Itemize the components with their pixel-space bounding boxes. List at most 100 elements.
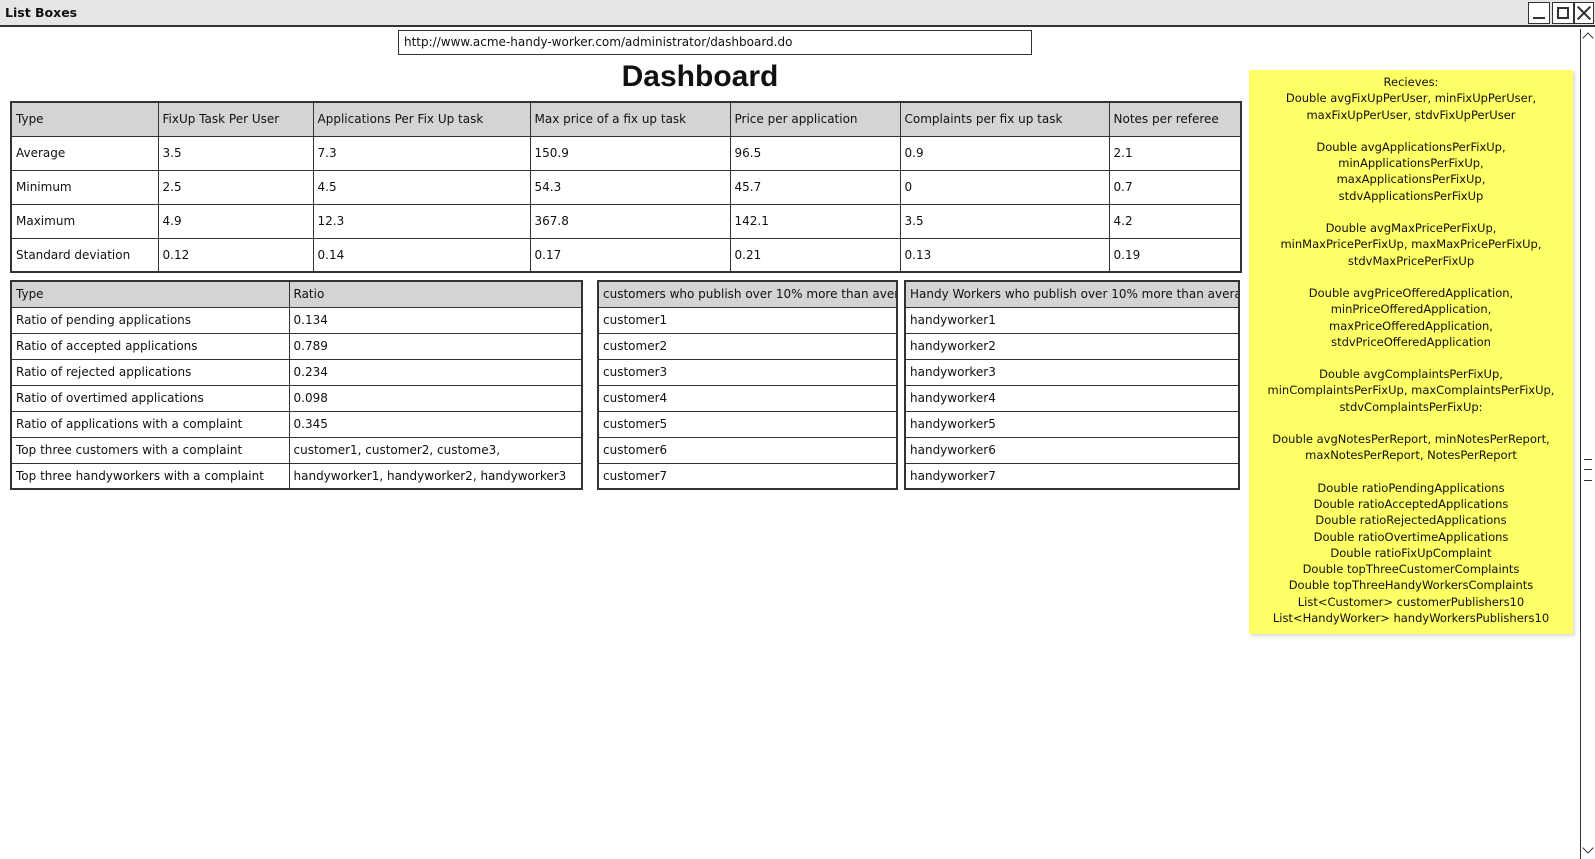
note-line: Double avgNotesPerReport, minNotesPerRep… [1272,432,1550,447]
handyworkers-listbox: Handy Workers who publish over 10% more … [904,280,1240,490]
table-cell: 0.13 [899,237,1110,273]
table-cell: Minimum [10,169,159,205]
note-paragraph: Double avgPriceOfferedApplication, minPri… [1255,285,1567,350]
note-line: stdvMaxPricePerFixUp [1347,253,1475,268]
scroll-thumb[interactable] [1584,459,1592,481]
table-cell: 2.5 [157,169,314,205]
note-line: stdvApplicationsPerFixUp [1338,188,1484,203]
scroll-up-icon[interactable] [1583,31,1594,42]
table-cell: Average [10,135,159,171]
table-header-row: Type Ratio [10,280,583,308]
table-cell: 0.21 [729,237,901,273]
table-cell: 45.7 [729,169,901,205]
table-cell: 0.9 [899,135,1110,171]
table-cell: 367.8 [529,203,731,239]
table-cell: 7.3 [312,135,531,171]
list-item[interactable]: handyworker1 [904,306,1240,334]
list-item-label: customer6 [597,436,898,464]
list-item[interactable]: handyworker3 [904,358,1240,386]
note-line: List<Customer> customerPublishers10 [1297,594,1525,609]
table-cell: 4.9 [157,203,314,239]
list-item[interactable]: handyworker6 [904,436,1240,464]
table-row: Maximum 4.9 12.3 367.8 142.1 3.5 4.2 [10,203,1242,239]
table-cell: 4.2 [1108,203,1242,239]
column-header: Ratio [288,280,583,308]
table-row: Ratio of rejected applications 0.234 [10,358,583,386]
column-header: Applications Per Fix Up task [312,101,531,137]
list-item[interactable]: customer2 [597,332,898,360]
note-line: maxPriceOfferedApplication, [1329,318,1493,333]
column-header: Price per application [729,101,901,137]
table-cell: 0.134 [288,306,583,334]
list-item[interactable]: handyworker2 [904,332,1240,360]
note-line: Double topThreeHandyWorkersComplaints [1288,578,1534,593]
table-cell: 150.9 [529,135,731,171]
column-header: Type [10,280,290,308]
table-cell: 96.5 [729,135,901,171]
list-item[interactable]: handyworker5 [904,410,1240,438]
close-icon[interactable] [1574,2,1594,24]
list-item-label: handyworker3 [904,358,1240,386]
minimize-icon[interactable] [1528,2,1550,24]
note-line: Double ratioRejectedApplications [1315,513,1507,528]
list-item-label: customer3 [597,358,898,386]
table-row: Top three customers with a complaint cust… [10,436,583,464]
table-cell: 2.1 [1108,135,1242,171]
vertical-scrollbar[interactable] [1580,29,1595,859]
note-line: minMaxPricePerFixUp, maxMaxPricePerFixUp… [1280,237,1542,252]
table-cell: Standard deviation [10,237,159,273]
list-item-label: handyworker4 [904,384,1240,412]
table-row: Standard deviation 0.12 0.14 0.17 0.21 0.13 0.… [10,237,1242,273]
table-cell: 54.3 [529,169,731,205]
table-cell: 3.5 [157,135,314,171]
table-cell: Ratio of applications with a complaint [10,410,290,438]
column-header: Max price of a fix up task [529,101,731,137]
table-header-row: Type FixUp Task Per User Applications Per … [10,101,1242,137]
table-cell: Ratio of overtimed applications [10,384,290,412]
note-line: List<HandyWorker> handyWorkersPublishers… [1272,611,1550,626]
table-cell: 3.5 [899,203,1110,239]
column-header: Type [10,101,159,137]
table-row: Minimum 2.5 4.5 54.3 45.7 0 0.7 [10,169,1242,205]
sticky-note: Recieves: Double avgFixUpPerUser, minFixU… [1249,70,1573,634]
table-cell: 0.12 [157,237,314,273]
note-line: minApplicationsPerFixUp, [1338,156,1484,171]
scroll-down-icon[interactable] [1583,846,1594,857]
list-item[interactable]: customer6 [597,436,898,464]
note-line: Double ratioPendingApplications [1317,480,1505,495]
table-cell: Ratio of accepted applications [10,332,290,360]
column-header: Complaints per fix up task [899,101,1110,137]
customers-listbox-header: customers who publish over 10% more than… [597,280,898,308]
list-item-label: handyworker2 [904,332,1240,360]
list-item[interactable]: customer4 [597,384,898,412]
table-cell: 0.7 [1108,169,1242,205]
note-line: Double ratioOvertimeApplications [1313,529,1509,544]
note-line: Double avgComplaintsPerFixUp, [1319,367,1503,382]
maximize-icon[interactable] [1552,2,1574,24]
table-row: Ratio of accepted applications 0.789 [10,332,583,360]
list-item[interactable]: customer3 [597,358,898,386]
table-cell: 142.1 [729,203,901,239]
note-line: Double ratioFixUpComplaint [1330,545,1492,560]
list-item-label: handyworker1 [904,306,1240,334]
table-row: Ratio of overtimed applications 0.098 [10,384,583,412]
column-header: Notes per referee [1108,101,1242,137]
address-bar[interactable]: http://www.acme-handy-worker.com/adminis… [398,30,1032,55]
list-item[interactable]: customer7 [597,462,898,490]
list-item[interactable]: customer1 [597,306,898,334]
window-title: List Boxes [5,5,78,20]
note-paragraph: Double avgApplicationsPerFixUp, minApplic… [1255,139,1567,204]
list-item-label: customer4 [597,384,898,412]
list-item[interactable]: handyworker4 [904,384,1240,412]
table-row: Average 3.5 7.3 150.9 96.5 0.9 2.1 [10,135,1242,171]
note-line: stdvComplaintsPerFixUp: [1339,399,1483,414]
ratios-table: Type Ratio Ratio of pending applications 0… [10,280,583,490]
list-item[interactable]: customer5 [597,410,898,438]
list-item[interactable]: handyworker7 [904,462,1240,490]
note-line: maxFixUpPerUser, stdvFixUpPerUser [1306,107,1516,122]
list-item-label: customer1 [597,306,898,334]
list-item-label: customer7 [597,462,898,490]
note-line: Recieves: [1383,75,1439,89]
table-cell: 12.3 [312,203,531,239]
list-item-label: handyworker6 [904,436,1240,464]
